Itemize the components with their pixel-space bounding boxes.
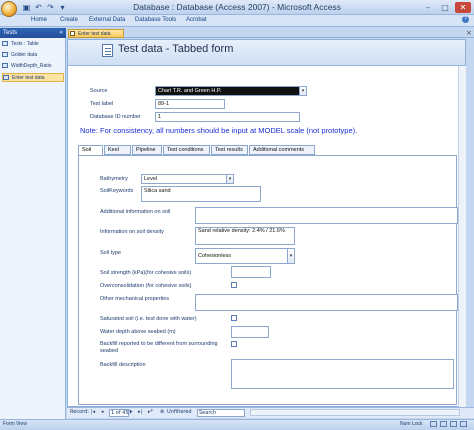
chevron-down-icon[interactable]: ▾ bbox=[287, 249, 294, 263]
other-mech-label: Other mechanical properties bbox=[100, 296, 170, 302]
ribbon-tab-external-data[interactable]: External Data bbox=[89, 17, 125, 23]
nav-item-tests-table[interactable]: Tests : Table bbox=[2, 40, 64, 49]
ribbon-tab-home[interactable]: Home bbox=[31, 17, 47, 23]
additional-info-label: Additional information on soil bbox=[100, 209, 171, 215]
soil-type-combo[interactable]: Cohesionless ▾ bbox=[195, 248, 295, 264]
nav-pane-header[interactable]: Tests « bbox=[0, 28, 66, 38]
other-mech-field[interactable] bbox=[195, 294, 458, 311]
nav-item-enter-test-data[interactable]: Enter test data bbox=[2, 73, 64, 82]
form-icon bbox=[70, 31, 75, 36]
backfill-desc-field[interactable] bbox=[231, 359, 454, 389]
maximize-icon[interactable]: □ bbox=[437, 2, 453, 13]
query-icon bbox=[2, 63, 8, 68]
tab-test-results[interactable]: Test results bbox=[211, 145, 248, 155]
bathymetry-label: Bathymetry bbox=[100, 176, 128, 182]
search-input[interactable]: Search bbox=[197, 409, 245, 417]
test-label-field[interactable]: 89-1 bbox=[155, 99, 225, 109]
soil-keywords-field[interactable]: Silica sand bbox=[141, 186, 261, 202]
source-combo[interactable]: Chari T.R. and Green H.P. ▾ bbox=[155, 86, 307, 96]
minimize-icon[interactable]: – bbox=[420, 2, 436, 13]
saturated-label: Saturated soil (i.e. test done with wate… bbox=[100, 316, 197, 322]
overconsolidation-checkbox[interactable] bbox=[231, 282, 237, 288]
scale-note: Note: For consistency, all numbers shoul… bbox=[80, 126, 358, 135]
close-document-icon[interactable]: × bbox=[466, 29, 472, 37]
ribbon-tab-create[interactable]: Create bbox=[60, 17, 78, 23]
database-id-label: Database ID number bbox=[90, 114, 141, 120]
record-label: Record: bbox=[70, 409, 89, 415]
help-icon[interactable]: ? bbox=[462, 16, 469, 23]
tab-keel[interactable]: Keel bbox=[104, 145, 131, 155]
window-title: Database : Database (Access 2007) - Micr… bbox=[133, 2, 341, 12]
form-icon bbox=[102, 44, 113, 57]
query-icon bbox=[2, 52, 8, 57]
ribbon-tab-acrobat[interactable]: Acrobat bbox=[186, 17, 207, 23]
filter-icon[interactable]: ⊗ bbox=[160, 409, 164, 415]
record-position-field[interactable]: 1 of 457 bbox=[109, 409, 132, 417]
tab-pipeline[interactable]: Pipeline bbox=[132, 145, 162, 155]
density-info-field[interactable]: Sand relative density: 2.4% / 21.6% bbox=[195, 227, 295, 245]
new-record-icon[interactable]: ▸* bbox=[148, 409, 153, 415]
saturated-checkbox[interactable] bbox=[231, 315, 237, 321]
datasheet-view-icon[interactable] bbox=[440, 421, 447, 427]
soil-strength-field[interactable] bbox=[231, 266, 271, 278]
soil-keywords-label: SoilKeywords bbox=[100, 188, 134, 194]
close-window-icon[interactable]: ✕ bbox=[455, 2, 471, 13]
water-depth-label: Water depth above seabed (m) bbox=[100, 329, 176, 335]
vertical-scrollbar[interactable] bbox=[458, 66, 466, 407]
additional-info-field[interactable] bbox=[195, 207, 458, 224]
soil-type-label: Soil type bbox=[100, 250, 122, 256]
tab-additional-comments[interactable]: Additional comments bbox=[249, 145, 315, 155]
source-label: Source bbox=[90, 88, 108, 94]
previous-record-icon[interactable]: ◂ bbox=[101, 409, 104, 415]
first-record-icon[interactable]: |◂ bbox=[91, 409, 95, 415]
nav-item-widthdepth-ratio[interactable]: WidthDepth_Ratio bbox=[2, 62, 64, 71]
water-depth-field[interactable] bbox=[231, 326, 269, 338]
soil-strength-label: Soil strength (kPa)(for cohesive soils) bbox=[100, 270, 192, 276]
tab-test-conditions[interactable]: Test conditions bbox=[163, 145, 210, 155]
backfill-diff-checkbox[interactable] bbox=[231, 341, 237, 347]
form-title: Test data - Tabbed form bbox=[118, 43, 234, 55]
backfill-diff-label: Backfill reported to be different from s… bbox=[100, 341, 218, 354]
table-icon bbox=[2, 41, 8, 46]
database-id-field[interactable]: 1 bbox=[155, 112, 300, 122]
form-view-icon[interactable] bbox=[430, 421, 437, 427]
ribbon-tab-database-tools[interactable]: Database Tools bbox=[135, 17, 176, 23]
chevron-down-icon[interactable]: ▾ bbox=[299, 87, 306, 95]
filter-status[interactable]: Unfiltered bbox=[167, 409, 192, 415]
horizontal-scrollbar[interactable] bbox=[250, 409, 460, 416]
nav-item-golder-data[interactable]: Golder data bbox=[2, 51, 64, 60]
office-button[interactable] bbox=[1, 1, 17, 17]
collapse-chevron-icon[interactable]: « bbox=[59, 28, 63, 38]
num-lock-indicator: Num Lock bbox=[400, 421, 423, 427]
design-view-icon[interactable] bbox=[460, 421, 467, 427]
view-status: Form View bbox=[3, 421, 27, 427]
navigation-pane bbox=[0, 28, 66, 419]
bathymetry-combo[interactable]: Level ▾ bbox=[141, 174, 234, 184]
next-record-icon[interactable]: ▸ bbox=[130, 409, 133, 415]
backfill-desc-label: Backfill description bbox=[100, 362, 146, 368]
form-icon bbox=[3, 75, 9, 80]
chevron-down-icon[interactable]: ▾ bbox=[226, 175, 233, 183]
layout-view-icon[interactable] bbox=[450, 421, 457, 427]
document-tab-enter-test-data[interactable]: Enter test data bbox=[68, 29, 124, 38]
document-tab-strip bbox=[67, 28, 474, 38]
nav-pane-title: Tests bbox=[3, 30, 18, 36]
last-record-icon[interactable]: ▸| bbox=[138, 409, 142, 415]
density-info-label: Information on soil density bbox=[100, 229, 164, 235]
overconsolidation-label: Overconsolidation (for cohesive soils) bbox=[100, 283, 192, 289]
test-label-label: Test label bbox=[90, 101, 114, 107]
